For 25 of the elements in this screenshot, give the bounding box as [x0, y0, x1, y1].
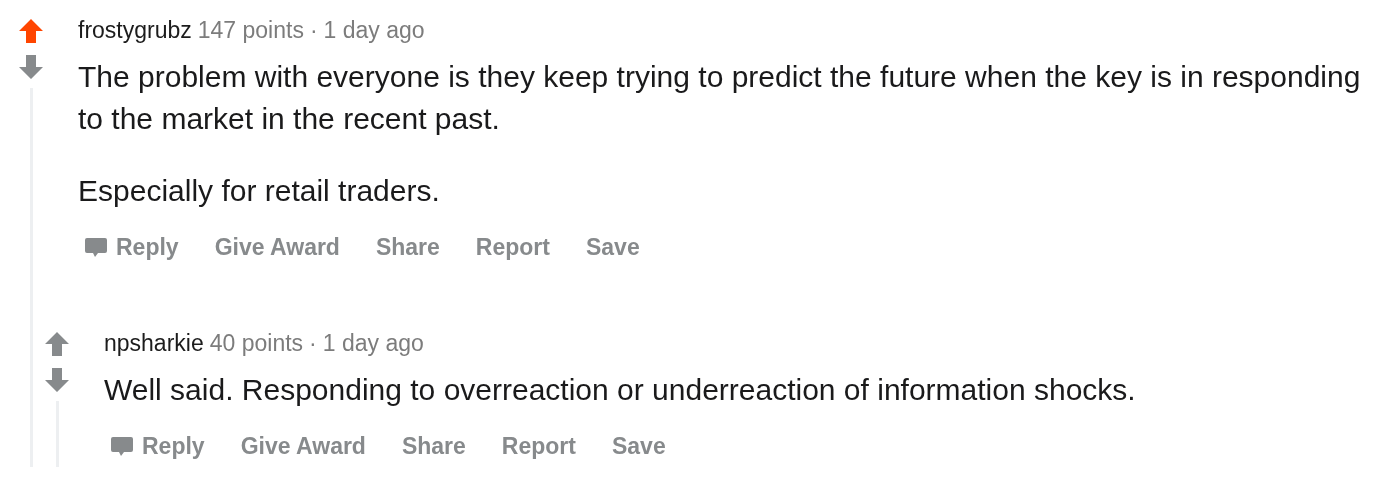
upvote-icon[interactable] [18, 18, 44, 44]
timestamp: 1 day ago [322, 328, 424, 357]
points-count: 147 points [197, 16, 304, 44]
action-button[interactable]: Share [393, 424, 474, 467]
username[interactable]: frostygrubz [78, 16, 192, 44]
points-count: 40 points [209, 328, 304, 357]
separator: · [309, 328, 317, 357]
comment-text: The problem with everyone is they keep trying to predict the future when the key is in responding to the market in the recent past. [78, 59, 1362, 137]
action-button[interactable]: Give Award [232, 424, 374, 467]
reply-button[interactable]: Reply [76, 226, 187, 269]
downvote-icon[interactable] [18, 54, 44, 80]
action-button[interactable]: Give Award [206, 226, 348, 269]
action-button[interactable]: Save [604, 424, 674, 467]
timestamp: 1 day ago [323, 16, 425, 44]
username[interactable]: npsharkie [104, 328, 204, 357]
comment-text: Well said. Responding to overreaction or underreaction of information shocks. [104, 371, 1137, 408]
downvote-icon[interactable] [44, 366, 70, 393]
separator: · [309, 16, 318, 44]
action-button[interactable]: Save [578, 226, 648, 269]
upvote-icon[interactable] [44, 330, 70, 357]
reply-button[interactable]: Reply [102, 424, 213, 467]
comment-text: Especially for retail traders. [78, 173, 441, 209]
action-button[interactable]: Share [367, 226, 448, 269]
action-button[interactable]: Report [493, 424, 584, 467]
action-button[interactable]: Report [467, 226, 558, 269]
